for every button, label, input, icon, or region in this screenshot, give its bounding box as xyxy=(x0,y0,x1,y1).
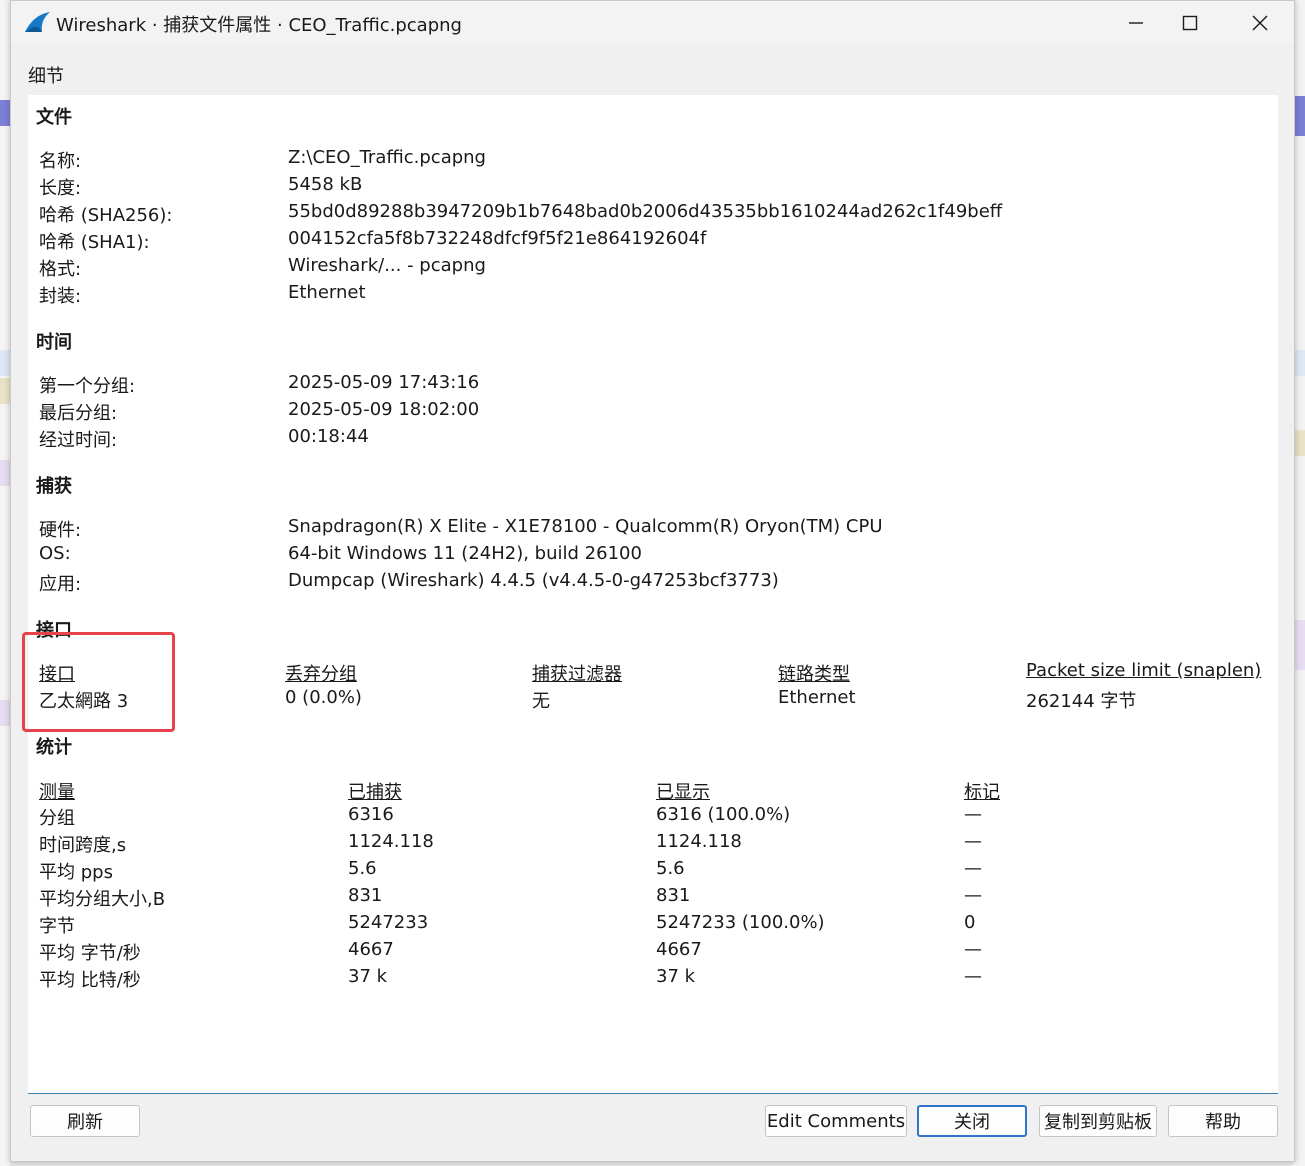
stats-col-marked: 标记 xyxy=(964,782,1000,803)
application-value: Dumpcap (Wireshark) 4.4.5 (v4.4.5-0-g472… xyxy=(288,570,779,591)
interface-filter: 无 xyxy=(532,691,550,712)
bg-band xyxy=(0,460,10,486)
stats-cell: 1124.118 xyxy=(656,831,742,852)
file-sha256-label: 哈希 (SHA256): xyxy=(39,205,173,226)
stats-cell: 字节 xyxy=(39,916,75,937)
stats-cell: 1124.118 xyxy=(348,831,434,852)
stats-cell: 0 xyxy=(964,912,976,933)
maximize-button[interactable] xyxy=(1155,1,1225,45)
stats-cell: 分组 xyxy=(39,808,75,829)
capture-file-properties-dialog: Wireshark · 捕获文件属性 · CEO_Traffic.pcapng … xyxy=(10,0,1295,1162)
stats-col-captured: 已捕获 xyxy=(348,782,402,803)
statistics-heading: 统计 xyxy=(36,737,72,758)
bg-band xyxy=(0,378,10,404)
background-app-left-edge xyxy=(0,0,10,1166)
stats-cell: 时间跨度,s xyxy=(39,835,127,856)
stats-cell: 831 xyxy=(656,885,691,906)
file-encapsulation-value: Ethernet xyxy=(288,282,366,303)
stats-cell: 4667 xyxy=(656,939,702,960)
stats-cell: 5247233 (100.0%) xyxy=(656,912,825,933)
stats-cell: — xyxy=(964,858,982,879)
stats-cell: 831 xyxy=(348,885,383,906)
stats-cell: 平均 字节/秒 xyxy=(39,943,141,964)
file-heading: 文件 xyxy=(36,107,72,128)
refresh-button[interactable]: 刷新 xyxy=(30,1105,140,1137)
stats-cell: 平均分组大小,B xyxy=(39,889,166,910)
elapsed-value: 00:18:44 xyxy=(288,426,369,447)
elapsed-label: 经过时间: xyxy=(39,430,118,451)
interfaces-col-filter: 捕获过滤器 xyxy=(532,664,622,685)
file-format-value: Wireshark/... - pcapng xyxy=(288,255,486,276)
first-packet-label: 第一个分组: xyxy=(39,376,136,397)
stats-cell: 6316 (100.0%) xyxy=(656,804,791,825)
stats-cell: — xyxy=(964,885,982,906)
bg-band xyxy=(0,100,10,126)
stats-cell: 平均 pps xyxy=(39,862,113,883)
file-length-value: 5458 kB xyxy=(288,174,363,195)
stats-cell: — xyxy=(964,831,982,852)
interfaces-col-interface: 接口 xyxy=(39,664,75,685)
details-caption: 细节 xyxy=(28,66,64,87)
copy-to-clipboard-button[interactable]: 复制到剪贴板 xyxy=(1039,1105,1157,1137)
stats-cell: 37 k xyxy=(348,966,388,987)
file-format-label: 格式: xyxy=(39,259,82,280)
first-packet-value: 2025-05-09 17:43:16 xyxy=(288,372,480,393)
file-sha1-value: 004152cfa5f8b732248dfcf9f5f21e864192604f xyxy=(288,228,707,249)
stats-cell: 4667 xyxy=(348,939,394,960)
interfaces-col-snaplen: Packet size limit (snaplen) xyxy=(1026,660,1262,681)
file-sha1-label: 哈希 (SHA1): xyxy=(39,232,150,253)
bg-band xyxy=(0,700,10,726)
file-sha256-value: 55bd0d89288b3947209b1b7648bad0b2006d4353… xyxy=(288,201,1003,222)
stats-cell: 5.6 xyxy=(348,858,377,879)
stats-col-measurement: 测量 xyxy=(39,782,75,803)
interface-link-type: Ethernet xyxy=(778,687,856,708)
close-button[interactable]: 关闭 xyxy=(917,1105,1027,1137)
stats-cell: — xyxy=(964,804,982,825)
close-icon xyxy=(1252,15,1268,31)
interface-name: 乙太網路 3 xyxy=(39,691,129,712)
close-window-button[interactable] xyxy=(1225,1,1295,45)
stats-cell: 37 k xyxy=(656,966,696,987)
last-packet-value: 2025-05-09 18:02:00 xyxy=(288,399,480,420)
file-name-value: Z:\CEO_Traffic.pcapng xyxy=(288,147,486,168)
stats-cell: 平均 比特/秒 xyxy=(39,970,141,991)
minimize-icon xyxy=(1129,22,1143,24)
file-name-label: 名称: xyxy=(39,151,82,172)
wireshark-fin-icon xyxy=(25,12,50,32)
application-label: 应用: xyxy=(39,574,82,595)
last-packet-label: 最后分组: xyxy=(39,403,118,424)
interface-snaplen: 262144 字节 xyxy=(1026,691,1137,712)
capture-heading: 捕获 xyxy=(36,476,72,497)
os-label: OS: xyxy=(39,543,71,564)
os-value: 64-bit Windows 11 (24H2), build 26100 xyxy=(288,543,642,564)
interfaces-col-link-type: 链路类型 xyxy=(778,664,850,685)
file-encapsulation-label: 封装: xyxy=(39,286,82,307)
maximize-icon xyxy=(1182,15,1198,31)
stats-cell: 5.6 xyxy=(656,858,685,879)
window-title: Wireshark · 捕获文件属性 · CEO_Traffic.pcapng xyxy=(56,15,462,36)
title-bar: Wireshark · 捕获文件属性 · CEO_Traffic.pcapng xyxy=(11,1,1294,45)
interface-dropped: 0 (0.0%) xyxy=(285,687,362,708)
file-length-label: 长度: xyxy=(39,178,82,199)
stats-cell: 6316 xyxy=(348,804,394,825)
help-button[interactable]: 帮助 xyxy=(1168,1105,1278,1137)
stats-cell: — xyxy=(964,939,982,960)
hardware-value: Snapdragon(R) X Elite - X1E78100 - Qualc… xyxy=(288,516,883,537)
interfaces-heading: 接口 xyxy=(36,620,72,641)
time-heading: 时间 xyxy=(36,332,72,353)
stats-cell: 5247233 xyxy=(348,912,429,933)
hardware-label: 硬件: xyxy=(39,520,82,541)
bg-band xyxy=(0,350,10,376)
edit-comments-button[interactable]: Edit Comments xyxy=(765,1105,907,1137)
stats-cell: — xyxy=(964,966,982,987)
details-panel: 文件 名称: Z:\CEO_Traffic.pcapng 长度: 5458 kB… xyxy=(22,95,1278,1094)
interfaces-col-dropped: 丢弃分组 xyxy=(285,664,357,685)
stats-col-displayed: 已显示 xyxy=(656,782,710,803)
